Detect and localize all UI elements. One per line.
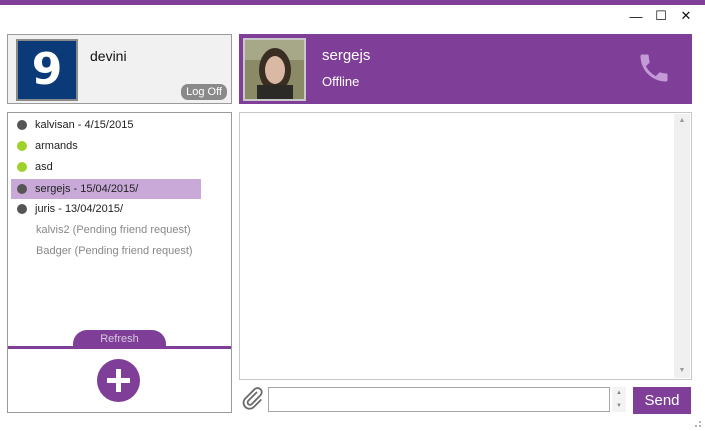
chat-history[interactable]: ▲ ▼ (239, 112, 692, 380)
logoff-button[interactable]: Log Off (181, 84, 227, 100)
status-dot-offline (17, 204, 27, 214)
status-dot-offline (17, 120, 27, 130)
add-contact-button[interactable] (97, 359, 140, 402)
maximize-button[interactable]: ☐ (653, 8, 669, 24)
contact-header: sergejs Offline (239, 34, 692, 104)
contact-list: kalvisan - 4/15/2015 armands asd sergejs… (7, 112, 232, 413)
paperclip-icon[interactable] (240, 386, 264, 412)
contact-item[interactable]: kalvisan - 4/15/2015 (11, 115, 201, 135)
close-button[interactable]: ✕ (678, 8, 694, 24)
input-scrollbar[interactable]: ▲ ▼ (612, 387, 626, 412)
contact-status: Offline (322, 74, 360, 89)
contact-label: armands (35, 140, 78, 152)
contact-item[interactable]: armands (11, 136, 201, 156)
status-dot-online (17, 162, 27, 172)
user-avatar: 9 (16, 39, 78, 101)
status-dot-online (17, 141, 27, 151)
user-avatar-text: 9 (31, 44, 63, 95)
scroll-up-icon[interactable]: ▲ (612, 387, 626, 399)
contact-photo (245, 40, 304, 99)
contact-label: kalvis2 (Pending friend request) (36, 224, 191, 236)
contact-label: asd (35, 161, 53, 173)
contact-item[interactable]: juris - 13/04/2015/ (11, 199, 201, 219)
list-divider (8, 346, 231, 349)
pending-request-item[interactable]: Badger (Pending friend request) (11, 241, 226, 261)
phone-icon[interactable] (636, 50, 672, 86)
contact-label: kalvisan - 4/15/2015 (35, 119, 134, 131)
contact-item[interactable]: asd (11, 157, 201, 177)
scroll-down-icon[interactable]: ▼ (674, 364, 690, 378)
contact-label: juris - 13/04/2015/ (35, 203, 124, 215)
message-input[interactable] (268, 387, 610, 412)
title-accent-bar (0, 0, 705, 5)
minimize-button[interactable]: — (628, 8, 644, 24)
contact-label: sergejs - 15/04/2015/ (35, 183, 139, 195)
contact-avatar (243, 38, 306, 101)
send-button[interactable]: Send (633, 387, 691, 414)
current-user-panel: 9 devini Log Off (7, 34, 232, 104)
scroll-down-icon[interactable]: ▼ (612, 400, 626, 412)
resize-grip-icon[interactable] (692, 418, 702, 428)
scroll-up-icon[interactable]: ▲ (674, 114, 690, 128)
user-name: devini (90, 48, 127, 64)
chat-scrollbar[interactable]: ▲ ▼ (674, 114, 690, 378)
refresh-button[interactable]: Refresh (73, 330, 166, 347)
status-dot-offline (17, 184, 27, 194)
contact-label: Badger (Pending friend request) (36, 245, 193, 257)
pending-request-item[interactable]: kalvis2 (Pending friend request) (11, 220, 226, 240)
contact-item-selected[interactable]: sergejs - 15/04/2015/ (11, 179, 201, 199)
contact-name: sergejs (322, 47, 371, 64)
